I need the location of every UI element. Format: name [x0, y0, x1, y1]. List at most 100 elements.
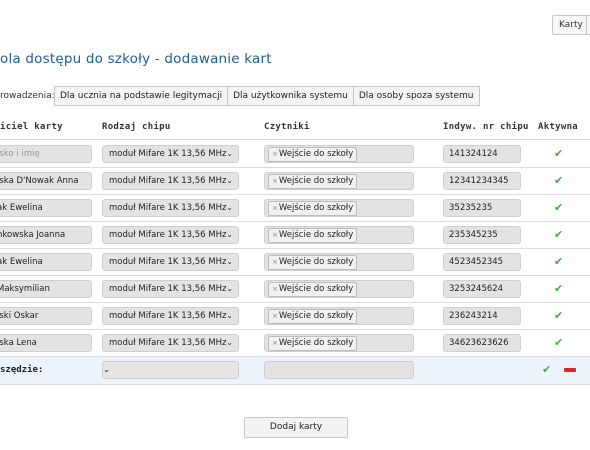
- check-icon[interactable]: ✔: [554, 201, 563, 214]
- chip-type-select[interactable]: moduł Mifare 1K 13,56 MHz ⌄: [102, 307, 239, 325]
- chevron-down-icon: ⌄: [226, 203, 233, 212]
- column-header-chip-type: Rodzaj chipu: [102, 122, 171, 132]
- reader-tag: ×Wejście do szkoły: [268, 147, 358, 162]
- chevron-down-icon: ⌄: [226, 311, 233, 320]
- close-icon[interactable]: ×: [272, 150, 278, 158]
- check-icon[interactable]: ✔: [554, 309, 563, 322]
- check-icon[interactable]: ✔: [554, 282, 563, 295]
- bulk-label: szędzie:: [0, 365, 44, 375]
- check-icon[interactable]: ✔: [554, 255, 563, 268]
- chip-number-input[interactable]: 34623623626: [443, 334, 521, 352]
- reader-tag-label: Wejście do szkoły: [278, 230, 354, 240]
- reader-tag: ×Wejście do szkoły: [268, 228, 358, 243]
- bulk-readers-input[interactable]: [264, 361, 414, 379]
- owner-name-input[interactable]: isko i imię: [0, 145, 92, 163]
- reader-tag-label: Wejście do szkoły: [278, 284, 354, 294]
- mode-student-id-button[interactable]: Dla ucznia na podstawie legitymacji: [54, 86, 229, 106]
- chip-number-input[interactable]: 141324124: [443, 145, 521, 163]
- check-icon[interactable]: ✔: [554, 174, 563, 187]
- owner-name-input[interactable]: Maksymilian: [0, 280, 92, 298]
- chip-number-input[interactable]: 4523452345: [443, 253, 521, 271]
- reader-tag: ×Wejście do szkoły: [268, 336, 358, 351]
- modes-label: rowadzenia:: [0, 91, 55, 101]
- check-icon[interactable]: ✔: [542, 363, 551, 376]
- chip-number-input[interactable]: 235345235: [443, 226, 521, 244]
- page-title: ola dostępu do szkoły - dodawanie kart: [0, 51, 272, 67]
- chip-type-select[interactable]: moduł Mifare 1K 13,56 MHz ⌄: [102, 199, 239, 217]
- check-icon[interactable]: ✔: [554, 147, 563, 160]
- bulk-chip-type-select[interactable]: ⌄: [102, 361, 239, 379]
- column-header-readers: Czytniki: [264, 122, 310, 132]
- chip-number-input[interactable]: 12341234345: [443, 172, 521, 190]
- chevron-down-icon: ⌄: [226, 338, 233, 347]
- readers-input[interactable]: ×Wejście do szkoły: [264, 172, 414, 190]
- cards-button[interactable]: Karty: [552, 15, 590, 35]
- readers-input[interactable]: ×Wejście do szkoły: [264, 199, 414, 217]
- chip-type-select[interactable]: moduł Mifare 1K 13,56 MHz ⌄: [102, 280, 239, 298]
- table-row: lski Oskar moduł Mifare 1K 13,56 MHz ⌄ ×Wej…: [0, 303, 590, 330]
- owner-name-input[interactable]: lski Oskar: [0, 307, 92, 325]
- chevron-down-icon: ⌄: [226, 149, 233, 158]
- readers-input[interactable]: ×Wejście do szkoły: [264, 307, 414, 325]
- readers-input[interactable]: ×Wejście do szkoły: [264, 334, 414, 352]
- reader-tag-label: Wejście do szkoły: [278, 311, 354, 321]
- reader-tag: ×Wejście do szkoły: [268, 201, 358, 216]
- check-icon[interactable]: ✔: [554, 336, 563, 349]
- table-row: lska Lena moduł Mifare 1K 13,56 MHz ⌄ ×Wejś…: [0, 330, 590, 357]
- chip-type-select[interactable]: moduł Mifare 1K 13,56 MHz ⌄: [102, 172, 239, 190]
- bulk-edit-row: szędzie: ⌄ ✔: [0, 357, 590, 384]
- next-button[interactable]: [586, 15, 590, 35]
- column-header-chip-number: Indyw. nr chipu: [443, 122, 529, 132]
- close-icon[interactable]: ×: [272, 312, 278, 320]
- table-row: ak Ewelina moduł Mifare 1K 13,56 MHz ⌄ ×Wej…: [0, 249, 590, 276]
- owner-name-input[interactable]: nkowska Joanna: [0, 226, 92, 244]
- table-row: Maksymilian moduł Mifare 1K 13,56 MHz ⌄ ×We…: [0, 276, 590, 303]
- owner-name-input[interactable]: lska D'Nowak Anna: [0, 172, 92, 190]
- chip-type-value: moduł Mifare 1K 13,56 MHz: [109, 257, 227, 267]
- mode-external-person-button[interactable]: Dla osoby spoza systemu: [352, 86, 480, 106]
- close-icon[interactable]: ×: [272, 177, 278, 185]
- mode-system-user-button[interactable]: Dla użytkownika systemu: [227, 86, 354, 106]
- reader-tag-label: Wejście do szkoły: [278, 338, 354, 348]
- close-icon[interactable]: ×: [272, 339, 278, 347]
- owner-name-input[interactable]: ak Ewelina: [0, 253, 92, 271]
- chip-type-select[interactable]: moduł Mifare 1K 13,56 MHz ⌄: [102, 145, 239, 163]
- chevron-down-icon: ⌄: [226, 176, 233, 185]
- chip-number-input[interactable]: 236243214: [443, 307, 521, 325]
- chip-type-value: moduł Mifare 1K 13,56 MHz: [109, 149, 227, 159]
- close-icon[interactable]: ×: [272, 231, 278, 239]
- chip-type-select[interactable]: moduł Mifare 1K 13,56 MHz ⌄: [102, 226, 239, 244]
- chip-type-select[interactable]: moduł Mifare 1K 13,56 MHz ⌄: [102, 334, 239, 352]
- chip-number-input[interactable]: 3253245624: [443, 280, 521, 298]
- minus-icon[interactable]: [564, 368, 576, 372]
- column-header-active: Aktywna: [538, 122, 579, 132]
- mode-selector: Dla ucznia na podstawie legitymacji Dla …: [54, 86, 480, 106]
- close-icon[interactable]: ×: [272, 204, 278, 212]
- close-icon[interactable]: ×: [272, 285, 278, 293]
- table-row: lska D'Nowak Anna moduł Mifare 1K 13,56 M…: [0, 168, 590, 195]
- chip-type-value: moduł Mifare 1K 13,56 MHz: [109, 338, 227, 348]
- table-row: isko i imię moduł Mifare 1K 13,56 MHz ⌄ ×We…: [0, 141, 590, 168]
- readers-input[interactable]: ×Wejście do szkoły: [264, 145, 414, 163]
- table-row: nkowska Joanna moduł Mifare 1K 13,56 MHz ⌄…: [0, 222, 590, 249]
- owner-name-input[interactable]: lska Lena: [0, 334, 92, 352]
- reader-tag: ×Wejście do szkoły: [268, 282, 358, 297]
- chip-type-value: moduł Mifare 1K 13,56 MHz: [109, 284, 227, 294]
- chip-type-value: moduł Mifare 1K 13,56 MHz: [109, 230, 227, 240]
- readers-input[interactable]: ×Wejście do szkoły: [264, 226, 414, 244]
- reader-tag-label: Wejście do szkoły: [278, 257, 354, 267]
- chip-type-select[interactable]: moduł Mifare 1K 13,56 MHz ⌄: [102, 253, 239, 271]
- readers-input[interactable]: ×Wejście do szkoły: [264, 280, 414, 298]
- check-icon[interactable]: ✔: [554, 228, 563, 241]
- reader-tag-label: Wejście do szkoły: [278, 149, 354, 159]
- reader-tag: ×Wejście do szkoły: [268, 309, 358, 324]
- readers-input[interactable]: ×Wejście do szkoły: [264, 253, 414, 271]
- owner-name-input[interactable]: ak Ewelina: [0, 199, 92, 217]
- column-header-owner: iciel karty: [0, 122, 63, 132]
- close-icon[interactable]: ×: [272, 258, 278, 266]
- chip-number-input[interactable]: 35235235: [443, 199, 521, 217]
- chevron-down-icon: ⌄: [226, 230, 233, 239]
- reader-tag-label: Wejście do szkoły: [278, 203, 354, 213]
- add-cards-button[interactable]: Dodaj karty: [244, 417, 348, 438]
- reader-tag: ×Wejście do szkoły: [268, 255, 358, 270]
